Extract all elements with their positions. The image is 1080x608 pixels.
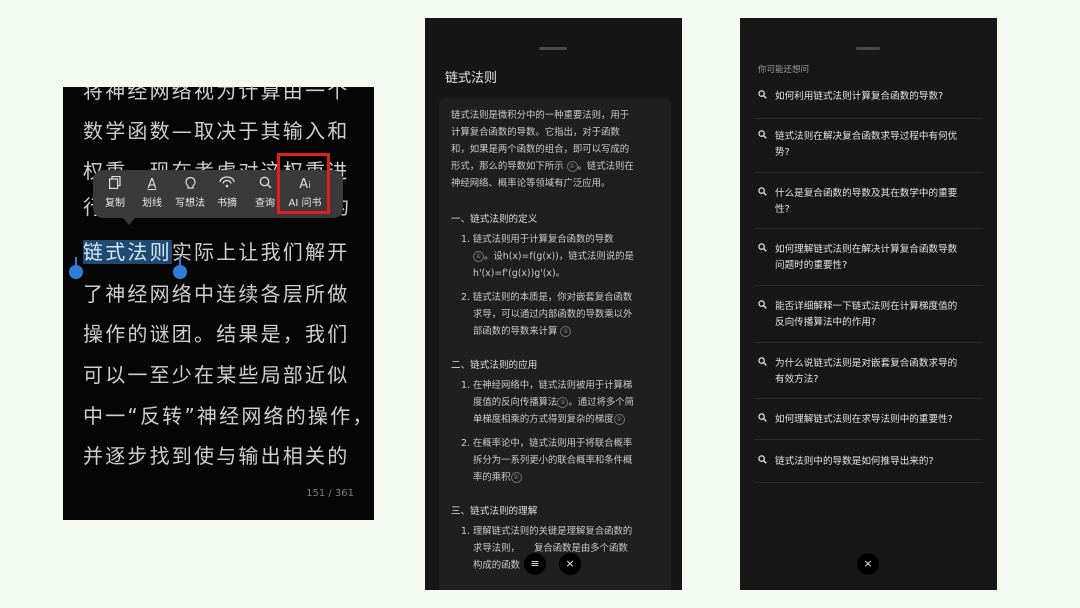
menu-pointer [122,217,136,225]
answer-title: 链式法则 [445,71,498,86]
section-heading: 三、链式法则的理解 [451,506,538,517]
reference-icon[interactable]: ① [557,397,569,408]
search-icon [758,243,767,252]
divider [754,228,983,229]
divider [754,285,983,286]
underline-button[interactable]: A 划线 [136,176,168,209]
search-icon [758,357,767,366]
list-item-line: ① 。设h(x)=f(g(x))，链式法则说的是 [473,249,634,266]
intro-line: 链式法则是微积分中的一种重要法则，用于 [451,110,630,121]
copy-label: 复制 [105,198,125,209]
section-heading: 一、链式法则的定义 [451,214,538,225]
question-text: 什么是复合函数的导数及其在数学中的重要 性? [775,188,958,215]
copy-icon [99,175,131,194]
text-line: 中一“反转”神经网络的操作， [83,404,374,428]
text-line: 了神经网络中连续各层所做 [83,282,350,306]
list-item-line: 构成的函数 [473,560,520,571]
list-item-line: 部函数的导数来计算 ① [473,324,572,341]
reference-icon[interactable]: ① [566,161,578,172]
list-item-line: 1. 链式法则用于计算复合函数的导数 [461,234,614,245]
list-item-line: 1. 理解链式法则的关键是理解复合函数的 [461,526,633,537]
drag-handle[interactable] [539,47,567,50]
selected-line[interactable]: 链式法则实际上让我们解开 [83,236,349,265]
section-heading: 二、链式法则的应用 [451,360,538,371]
question-text: 如何理解链式法则在解决计算复合函数导数 问题时的重要性? [775,244,958,271]
list-item-line: 度值的反向传播算法 ① 。通过将多个简 [473,397,635,408]
search-icon [758,187,767,196]
underline-label: 划线 [142,198,162,209]
list-item-line: 2. 链式法则的本质是，你对嵌套复合函数 [461,292,633,303]
question-text: 能否详细解释一下链式法则在计算梯度值的 反向传播算法中的作用? [775,301,958,328]
divider [754,342,983,343]
text-rest: 实际上让我们解开 [171,240,350,264]
divider [754,398,983,399]
question-text: 为什么说链式法则是对嵌套复合函数求导的 有效方法? [775,358,958,385]
underline-icon: A [147,177,157,192]
selected-text[interactable]: 链式法则 [83,240,172,264]
copy-button[interactable]: 复制 [99,175,131,209]
intro-line: 形式，那么的导数如下所示 ① 。链式法则在 [451,161,634,172]
list-item-line: 求导法则， 复合函数是由多个函数 [473,543,628,554]
divider [754,118,983,119]
divider [754,172,983,173]
list-item-line: 1. 在神经网络中，链式法则被用于计算梯 [461,380,633,391]
reference-icon[interactable]: ① [560,326,572,337]
suggested-questions-panel: 你可能还想问 如何利用链式法则计算复合函数的导数? 链式法则在解决复合函数求导过… [740,18,997,590]
text-line: 操作的谜团。结果是，我们 [83,322,350,346]
highlight-callout-box [277,153,330,214]
excerpt-button[interactable]: 书摘 [211,176,243,209]
search-icon [758,300,767,309]
list-item-line: 率的乘积 ① [473,470,522,487]
reference-icon[interactable]: ① [473,251,484,262]
menu-button[interactable]: ≡ [524,553,546,575]
drag-handle[interactable] [856,47,880,50]
search-icon [758,130,767,139]
close-button[interactable]: × [559,553,581,575]
list-item-line: 拆分为一系列更小的联合概率和条件概 [473,455,633,466]
question-text: 如何利用链式法则计算复合函数的导数? [775,91,944,102]
search-icon [758,90,767,99]
selection-start-handle[interactable] [69,265,83,279]
reader-panel: 将神经网络视为计算由一个 数学函数—取决于其输入和 权重。现在考虑对这权重进 行… [63,87,374,520]
reference-icon[interactable]: ① [510,472,522,483]
write-idea-label: 写想法 [175,198,205,209]
ai-answer-panel: 链式法则 链式法则是微积分中的一种重要法则，用于 计算复合函数的导数。它指出，对… [425,18,682,590]
divider [754,439,983,440]
intro-line: 神经网络、概率论等领域有广泛应用。 [451,178,611,189]
idea-icon [171,176,209,194]
list-item-line: 求导，可以通过内部函数的导数乘以外 [473,309,633,320]
bookmark-icon [211,176,243,194]
reference-icon[interactable]: ① [613,414,625,425]
list-item-line: 单梯度相乘的方式得到复杂的梯度 ① [473,412,625,429]
text-line: 将神经网络视为计算由一个 [83,87,350,103]
write-idea-button[interactable]: 写想法 [171,176,209,209]
list-item-line: 2. 在概率论中，链式法则用于将联合概率 [461,438,633,449]
text-line: 并逐步找到使与输出相关的 [83,444,350,468]
excerpt-label: 书摘 [217,198,237,209]
selection-end-handle[interactable] [173,265,187,279]
search-icon [758,413,767,422]
close-button[interactable]: × [857,553,879,575]
intro-line: 和，如果是两个函数的组合，即可以写成的 [451,144,630,155]
text-line: 可以一至少在某些局部近似 [83,363,350,387]
intro-line: 计算复合函数的导数。它指出，对于函数 [451,127,620,138]
question-text: 链式法则在解决复合函数求导过程中有何优 势? [775,131,958,158]
question-text: 链式法则中的导数是如何推导出来的? [775,456,934,467]
divider [754,482,983,483]
suggestions-heading: 你可能还想问 [758,65,810,75]
search-icon [758,455,767,464]
page-indicator: 151 / 361 [306,488,354,499]
lookup-label: 查询 [255,198,275,209]
answer-card: 链式法则是微积分中的一种重要法则，用于 计算复合函数的导数。它指出，对于函数 和… [439,98,671,590]
list-item-line: h'(x)=f'(g(x))g'(x)。 [473,268,566,279]
text-line: 数学函数—取决于其输入和 [83,119,350,143]
question-text: 如何理解链式法则在求导法则中的重要性? [775,414,953,425]
